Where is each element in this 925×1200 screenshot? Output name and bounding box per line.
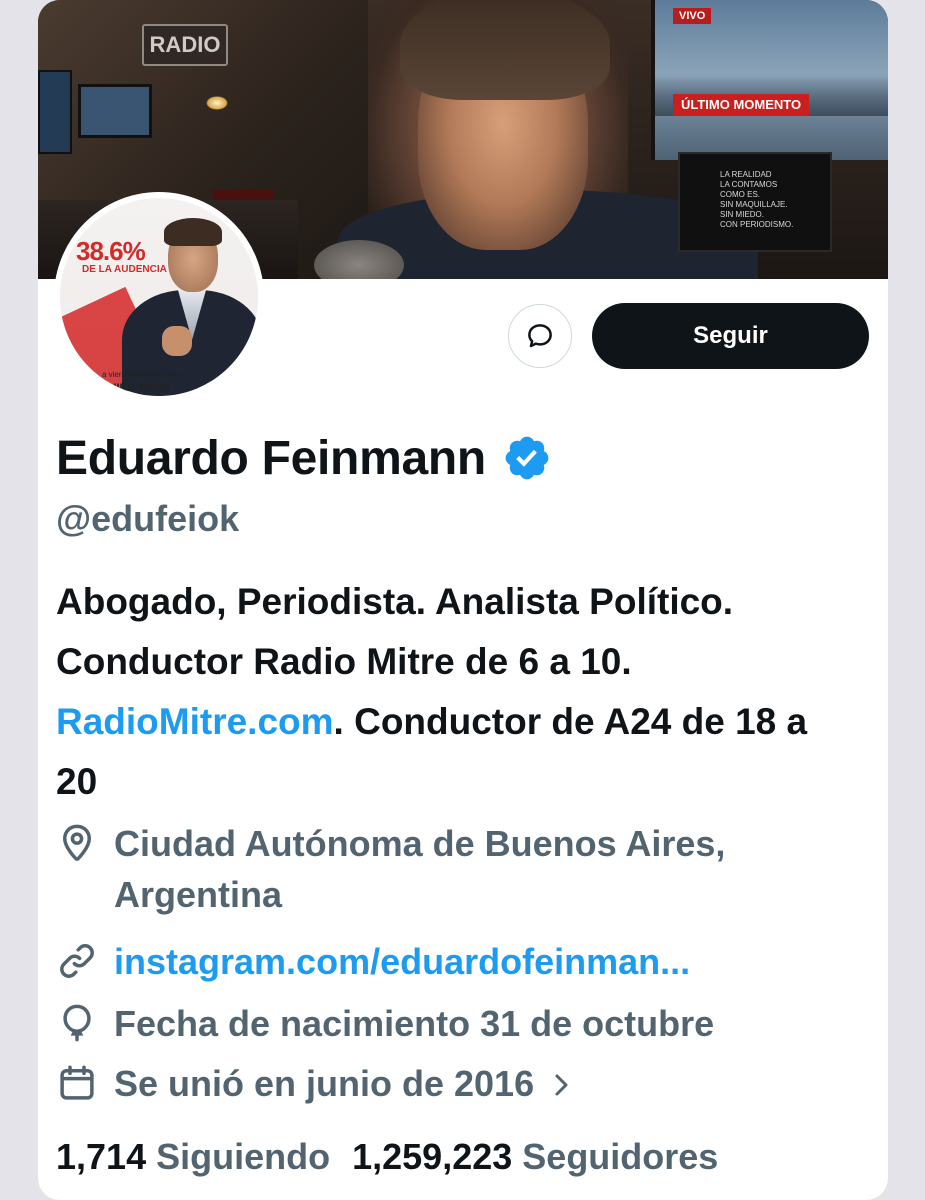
bio-text: Abogado, Periodista. Analista Político. …	[56, 581, 734, 682]
banner-person-hair	[400, 0, 610, 100]
avatar-person-hand	[162, 326, 192, 356]
profile-card: RADIO VIVO ÚLTIMO MOMENTO LA REALIDAD LA…	[38, 0, 888, 1200]
banner-lamp	[206, 96, 228, 110]
avatar-schedule: a viernes de 06 a 10hs	[102, 370, 183, 379]
avatar-image: 38.6% DE LA AUDENCIA a viernes de 06 a 1…	[60, 198, 258, 396]
banner-monitor	[38, 70, 72, 154]
banner-monitor	[78, 84, 152, 138]
avatar[interactable]: 38.6% DE LA AUDENCIA a viernes de 06 a 1…	[54, 192, 264, 402]
tv-headline: ÚLTIMO MOMENTO	[673, 94, 810, 116]
link-icon	[60, 944, 94, 978]
following-label: Siguiendo	[156, 1136, 331, 1177]
website-link[interactable]: instagram.com/eduardofeinman...	[114, 936, 814, 987]
avatar-stat-caption: DE LA AUDENCIA	[82, 264, 167, 275]
bio-link[interactable]: RadioMitre.com	[56, 701, 334, 742]
banner-tv-screen: VIVO ÚLTIMO MOMENTO	[651, 0, 888, 160]
location-row: Ciudad Autónoma de Buenos Aires, Argenti…	[56, 818, 814, 920]
joined-text: Se unió en junio de 2016	[114, 1063, 535, 1104]
location-pin-icon	[62, 824, 92, 861]
following-stat[interactable]: 1,714 Siguiendo	[56, 1136, 340, 1178]
balloon-icon	[63, 1004, 91, 1042]
followers-stat[interactable]: 1,259,223 Seguidores	[352, 1136, 728, 1178]
message-bubble-icon	[528, 324, 552, 348]
follow-button[interactable]: Seguir	[592, 303, 869, 369]
avatar-stat: 38.6%	[76, 236, 146, 266]
calendar-icon	[60, 1065, 94, 1100]
verified-badge-icon[interactable]	[502, 433, 552, 483]
following-count: 1,714	[56, 1136, 147, 1177]
avatar-person-hair	[164, 218, 222, 246]
banner-radio-sign: RADIO	[142, 24, 228, 66]
message-button[interactable]	[508, 304, 572, 368]
location-text: Ciudad Autónoma de Buenos Aires, Argenti…	[114, 823, 726, 915]
birthday-row: Fecha de nacimiento 31 de octubre	[56, 998, 814, 1049]
follow-stats: 1,714 Siguiendo 1,259,223 Seguidores	[56, 1136, 728, 1178]
profile-name-row: Eduardo Feinmann	[56, 426, 552, 490]
website-row: instagram.com/eduardofeinman...	[56, 936, 814, 987]
birthday-text: Fecha de nacimiento 31 de octubre	[114, 1003, 715, 1044]
profile-bio: Abogado, Periodista. Analista Político. …	[56, 572, 856, 812]
followers-label: Seguidores	[522, 1136, 719, 1177]
banner-prompter: LA REALIDAD LA CONTAMOS COMO ES. SIN MAQ…	[678, 152, 832, 252]
profile-name: Eduardo Feinmann	[56, 431, 486, 485]
joined-row[interactable]: Se unió en junio de 2016	[56, 1058, 574, 1109]
prompter-text: LA REALIDAD LA CONTAMOS COMO ES. SIN MAQ…	[720, 170, 794, 229]
avatar-tagline: QUIEN TIENE	[100, 382, 171, 394]
tv-live-badge: VIVO	[673, 8, 712, 24]
followers-count: 1,259,223	[352, 1136, 513, 1177]
profile-handle: @edufeiok	[56, 498, 240, 539]
chevron-right-icon[interactable]	[550, 1070, 574, 1100]
